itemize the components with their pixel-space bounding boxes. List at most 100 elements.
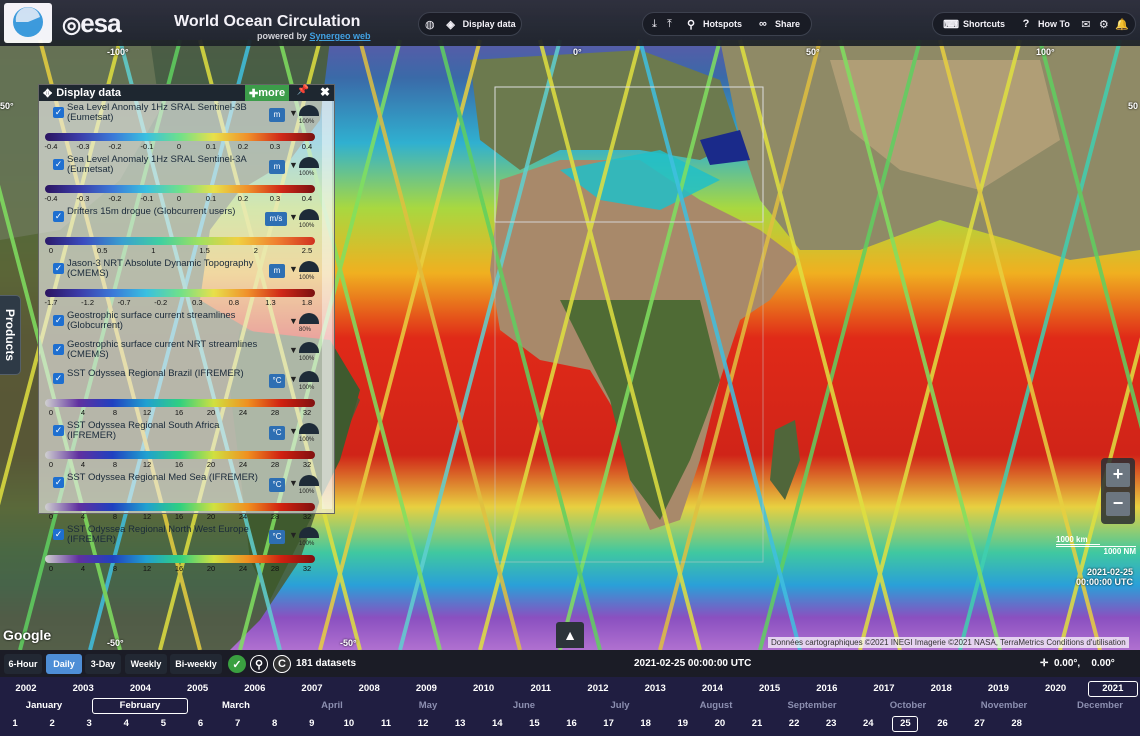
zoom-in-button[interactable]: + [1106,463,1130,487]
day-item[interactable]: 18 [640,718,651,729]
display-data-button[interactable]: ◈ Display data [439,14,521,34]
tab-daily[interactable]: Daily [46,654,82,674]
day-item[interactable]: 16 [566,718,577,729]
map-attribution[interactable]: Données cartographiques ©2021 INEGI Imag… [768,637,1129,648]
unit-badge[interactable]: m/s [265,212,287,226]
filter-icon[interactable]: ▼ [289,478,298,488]
day-item[interactable]: 28 [1011,718,1022,729]
opacity-gauge-icon[interactable] [299,261,319,272]
filter-icon[interactable]: ▼ [289,530,298,540]
layer-row[interactable]: ✓ Sea Level Anomaly 1Hz SRAL Sentinel-3A … [39,153,334,182]
layer-checkbox[interactable]: ✓ [53,211,64,222]
layer-checkbox[interactable]: ✓ [53,315,64,326]
opacity-gauge-icon[interactable] [299,371,319,382]
layer-row[interactable]: ✓ SST Odyssea Regional North West Europe … [39,523,334,552]
share-button[interactable]: ∞ Share [751,14,805,34]
move-icon[interactable]: ✥ [43,87,52,100]
layer-checkbox[interactable]: ✓ [53,477,64,488]
day-item[interactable]: 12 [418,718,429,729]
year-item[interactable]: 2007 [301,683,322,694]
year-item[interactable]: 2006 [244,683,265,694]
year-item[interactable]: 2015 [759,683,780,694]
bell-icon[interactable]: 🔔 [1115,17,1129,31]
tab-6-hour[interactable]: 6-Hour [4,654,42,674]
unit-badge[interactable]: m [269,264,285,278]
hotspots-button[interactable]: ⚲ Hotspots [679,14,747,34]
day-item[interactable]: 10 [344,718,355,729]
c-icon[interactable]: C [273,655,291,673]
close-icon[interactable]: ✖ [317,85,333,101]
opacity-gauge-icon[interactable] [299,105,319,116]
products-tab[interactable]: Products [0,295,21,375]
month-item[interactable]: November [981,700,1027,711]
unit-badge[interactable]: °C [269,374,285,388]
filter-icon[interactable]: ▼ [289,108,298,118]
day-item[interactable]: 7 [235,718,240,729]
year-item[interactable]: 2004 [130,683,151,694]
month-item[interactable]: October [890,700,926,711]
day-item[interactable]: 20 [715,718,726,729]
unit-badge[interactable]: °C [269,426,285,440]
layer-row[interactable]: ✓ Geostrophic surface current NRT streaml… [39,338,334,367]
year-item[interactable]: 2020 [1045,683,1066,694]
year-item[interactable]: 2003 [73,683,94,694]
year-item[interactable]: 2005 [187,683,208,694]
day-item[interactable]: 17 [603,718,614,729]
day-item[interactable]: 4 [124,718,129,729]
opacity-gauge-icon[interactable] [299,342,319,353]
year-item[interactable]: 2002 [15,683,36,694]
filter-icon[interactable]: ▼ [289,264,298,274]
day-item[interactable]: 23 [826,718,837,729]
zoom-out-button[interactable]: − [1106,492,1130,516]
opacity-gauge-icon[interactable] [299,527,319,538]
layer-row[interactable]: ✓ SST Odyssea Regional Brazil (IFREMER) °C… [39,367,334,396]
panel-header[interactable]: ✥ Display data ✚ more 📌 ✖ [39,85,334,101]
year-item[interactable]: 2016 [816,683,837,694]
day-item[interactable]: 9 [309,718,314,729]
unit-badge[interactable]: m [269,108,285,122]
day-item[interactable]: 27 [974,718,985,729]
day-item[interactable]: 6 [198,718,203,729]
filter-icon[interactable]: ▼ [289,345,298,355]
layer-checkbox[interactable]: ✓ [53,263,64,274]
layer-checkbox[interactable]: ✓ [53,344,64,355]
day-item[interactable]: 15 [529,718,540,729]
unit-badge[interactable]: °C [269,530,285,544]
month-item[interactable]: April [321,700,343,711]
filter-icon[interactable]: ▼ [289,160,298,170]
powered-link[interactable]: Synergeo web [310,31,371,41]
timeline-toggle-button[interactable]: ▲ [556,622,584,648]
globe-icon[interactable]: ◍ [425,17,435,31]
opacity-gauge-icon[interactable] [299,423,319,434]
filter-icon[interactable]: ▼ [289,316,298,326]
day-item[interactable]: 2 [49,718,54,729]
opacity-gauge-icon[interactable] [299,209,319,220]
month-item[interactable]: August [700,700,733,711]
tab-bi-weekly[interactable]: Bi-weekly [170,654,222,674]
month-item[interactable]: May [419,700,437,711]
upload-icon[interactable]: ⤒ [664,17,675,31]
unit-badge[interactable]: m [269,160,285,174]
month-item[interactable]: January [26,700,62,711]
filter-icon[interactable]: ▼ [289,426,298,436]
year-item[interactable]: 2010 [473,683,494,694]
day-item[interactable]: 19 [678,718,689,729]
mail-icon[interactable]: ✉ [1079,17,1093,31]
tab-3-day[interactable]: 3-Day [85,654,121,674]
layer-row[interactable]: ✓ Sea Level Anomaly 1Hz SRAL Sentinel-3B … [39,101,334,130]
day-item[interactable]: 5 [161,718,166,729]
day-item[interactable]: 3 [87,718,92,729]
layer-checkbox[interactable]: ✓ [53,529,64,540]
settings-icon[interactable]: ⚙ [1097,17,1111,31]
layer-row[interactable]: ✓ Drifters 15m drogue (Globcurrent users)… [39,205,334,234]
month-item[interactable]: September [787,700,836,711]
day-item[interactable]: 26 [937,718,948,729]
layer-checkbox[interactable]: ✓ [53,107,64,118]
layer-row[interactable]: ✓ Jason-3 NRT Absolute Dynamic Topography… [39,257,334,286]
year-item[interactable]: 2013 [645,683,666,694]
year-item[interactable]: 2009 [416,683,437,694]
layer-checkbox[interactable]: ✓ [53,373,64,384]
day-item[interactable]: 8 [272,718,277,729]
opacity-gauge-icon[interactable] [299,313,319,324]
filter-icon[interactable]: ▼ [289,212,298,222]
